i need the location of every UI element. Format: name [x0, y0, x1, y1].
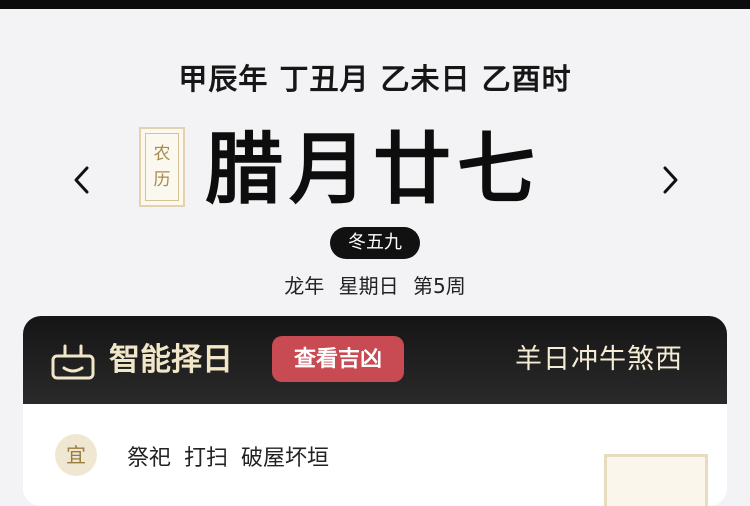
card-header: 智能择日 查看吉凶 羊日冲牛煞西	[23, 316, 727, 404]
seal-char-top: 农	[153, 144, 171, 164]
suitable-badge: 宜	[55, 434, 97, 476]
chevron-left-icon	[74, 166, 89, 194]
seal-char-bottom: 历	[153, 170, 171, 190]
week-info: 龙年 星期日 第5周	[284, 274, 466, 298]
calendar-tag-icon	[51, 344, 95, 380]
previous-day-button[interactable]	[66, 160, 96, 200]
chevron-right-icon	[663, 166, 678, 194]
lunar-date: 腊月廿七	[205, 125, 542, 215]
smart-date-card: 智能择日 查看吉凶 羊日冲牛煞西 宜 祭祀 打扫 破屋坏垣	[23, 316, 727, 506]
lunar-seal: 农 历	[139, 127, 185, 207]
solar-term-badge: 冬五九	[330, 227, 420, 259]
decorative-stamp-frame	[604, 454, 708, 506]
ganzhi-date: 甲辰年 丁丑月 乙未日 乙酉时	[178, 62, 572, 96]
day-clash-text: 羊日冲牛煞西	[515, 344, 683, 375]
suitable-activities: 祭祀 打扫 破屋坏垣	[127, 446, 329, 471]
next-day-button[interactable]	[656, 160, 686, 200]
status-bar	[0, 0, 750, 9]
card-title: 智能择日	[109, 342, 233, 378]
check-fortune-button[interactable]: 查看吉凶	[272, 336, 404, 382]
suitable-activities-row[interactable]: 宜 祭祀 打扫 破屋坏垣	[23, 404, 727, 506]
